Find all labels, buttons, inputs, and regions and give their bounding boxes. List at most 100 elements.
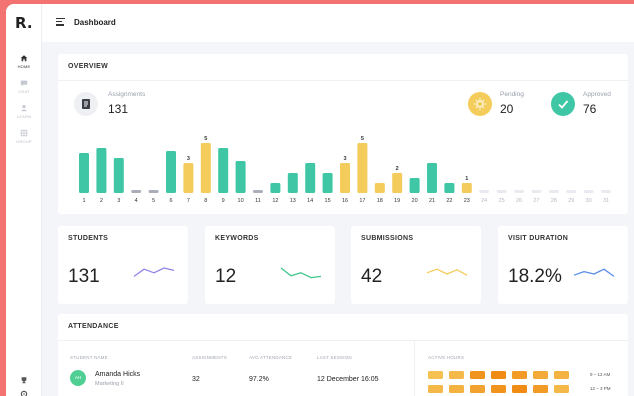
visit-duration-sparkline xyxy=(573,268,615,277)
sidebar-item-group[interactable]: GROUP xyxy=(6,129,42,144)
sidebar-item-home[interactable]: HOME xyxy=(6,54,42,69)
chat-icon xyxy=(20,80,28,87)
data-label: 3 xyxy=(187,156,190,162)
bar-day-15[interactable] xyxy=(322,173,333,193)
keywords-value: 12 xyxy=(215,266,237,287)
bar-day-17[interactable] xyxy=(357,143,368,193)
bar-day-8[interactable] xyxy=(200,143,211,193)
tick-label: 24 xyxy=(481,198,487,204)
data-label: 2 xyxy=(396,166,399,172)
heatmap-cell xyxy=(491,371,506,379)
keywords-card: KEYWORDS 12 xyxy=(205,226,335,304)
active-hours-label: ACTIVE HOURS xyxy=(428,355,465,360)
keywords-sparkline xyxy=(280,267,322,279)
column-header-avg-attendance[interactable]: AVG ATTENDANCE xyxy=(249,355,292,360)
heatmap-cell xyxy=(470,371,485,379)
sidebar-item-label: CHAT xyxy=(18,89,30,94)
trophy-icon[interactable] xyxy=(20,376,28,384)
tick-label: 17 xyxy=(359,198,365,204)
bar-day-30[interactable] xyxy=(583,190,594,193)
bar-day-19[interactable] xyxy=(392,173,403,193)
column-header-assignments[interactable]: ASSIGNMENTS xyxy=(192,355,227,360)
bar-day-27[interactable] xyxy=(531,190,542,193)
bar-day-2[interactable] xyxy=(96,148,107,193)
submissions-title: SUBMISSIONS xyxy=(361,235,414,242)
heatmap-cell xyxy=(449,385,464,393)
sidebar: R. HOME CHAT LEARN GROUP xyxy=(6,4,42,396)
bar-day-16[interactable] xyxy=(340,163,350,193)
bar-day-20[interactable] xyxy=(409,178,420,193)
tick-label: 16 xyxy=(342,198,348,204)
students-card: STUDENTS 131 xyxy=(58,226,188,304)
column-header-last-session[interactable]: LAST SESSION xyxy=(317,355,352,360)
assignments-count: 32 xyxy=(192,376,200,383)
bar-day-10[interactable] xyxy=(235,161,246,193)
bar-day-9[interactable] xyxy=(218,148,229,193)
bar-day-31[interactable] xyxy=(601,190,611,193)
divider xyxy=(58,340,628,341)
bar-day-25[interactable] xyxy=(496,190,507,193)
heatmap-cell xyxy=(512,371,527,379)
bar-day-6[interactable] xyxy=(166,151,176,193)
bar-day-5[interactable] xyxy=(148,190,159,193)
tick-label: 13 xyxy=(290,198,296,204)
tick-label: 10 xyxy=(238,198,244,204)
bar-day-21[interactable] xyxy=(427,163,437,193)
overview-card: OVERVIEW Assignments 131 Pending 20 Appr… xyxy=(58,54,628,214)
sparkline-path xyxy=(426,268,468,276)
menu-icon[interactable] xyxy=(56,18,65,26)
tick-label: 29 xyxy=(568,198,574,204)
sidebar-item-label: HOME xyxy=(17,64,31,69)
tick-label: 11 xyxy=(255,198,261,204)
tick-label: 26 xyxy=(516,198,522,204)
assignments-bar-chart: 1 2 3 4 5 6 73859 10 11 12 13 14 15 16317518 19220 21 22… xyxy=(79,136,611,204)
data-label: 3 xyxy=(343,156,346,162)
tick-label: 25 xyxy=(499,198,505,204)
heatmap-cell xyxy=(554,385,569,393)
sidebar-item-chat[interactable]: CHAT xyxy=(6,79,42,94)
bar-day-14[interactable] xyxy=(305,163,316,193)
group-icon xyxy=(20,129,28,137)
bar-day-4[interactable] xyxy=(131,190,142,193)
tick-label: 12 xyxy=(272,198,278,204)
heatmap-cell xyxy=(428,371,443,379)
heatmap-cell xyxy=(428,385,443,393)
sidebar-item-learn[interactable]: LEARN xyxy=(6,104,42,119)
app-window: R. HOME CHAT LEARN GROUP Dashboard OVERV… xyxy=(6,4,634,396)
tick-label: 15 xyxy=(325,198,331,204)
home-icon xyxy=(20,55,28,62)
tick-label: 8 xyxy=(204,198,207,204)
bar-day-3[interactable] xyxy=(113,158,124,193)
avg-attendance: 97.2% xyxy=(249,376,269,383)
bar-day-23[interactable] xyxy=(461,183,472,193)
tick-label: 20 xyxy=(412,198,418,204)
bar-day-24[interactable] xyxy=(479,190,490,193)
tick-label: 22 xyxy=(446,198,452,204)
bar-day-26[interactable] xyxy=(514,190,524,193)
bar-day-18[interactable] xyxy=(374,183,385,193)
tick-label: 6 xyxy=(169,198,172,204)
tick-label: 5 xyxy=(152,198,155,204)
bar-day-22[interactable] xyxy=(444,183,455,193)
visit-duration-card: VISIT DURATION 18.2% xyxy=(498,226,628,304)
attendance-card: ATTENDANCE STUDENT NAME ASSIGNMENTS AVG … xyxy=(58,314,628,396)
sidebar-item-label: GROUP xyxy=(16,139,32,144)
tick-label: 7 xyxy=(187,198,190,204)
students-value: 131 xyxy=(68,266,100,287)
bar-day-28[interactable] xyxy=(548,190,559,193)
tick-label: 2 xyxy=(100,198,103,204)
bar-day-13[interactable] xyxy=(287,173,298,193)
heatmap-cell xyxy=(470,385,485,393)
bar-day-11[interactable] xyxy=(253,190,263,193)
bar-day-1[interactable] xyxy=(79,153,89,193)
settings-icon[interactable] xyxy=(20,390,28,396)
bar-day-7[interactable] xyxy=(183,163,194,193)
heatmap-cell xyxy=(533,385,548,393)
bar-day-12[interactable] xyxy=(270,183,281,193)
attendance-title: ATTENDANCE xyxy=(68,323,119,330)
user-icon xyxy=(21,105,27,112)
column-header-student[interactable]: STUDENT NAME xyxy=(70,355,108,360)
student-name: Amanda Hicks xyxy=(95,371,141,378)
visit-duration-title: VISIT DURATION xyxy=(508,235,569,242)
bar-day-29[interactable] xyxy=(566,190,577,193)
